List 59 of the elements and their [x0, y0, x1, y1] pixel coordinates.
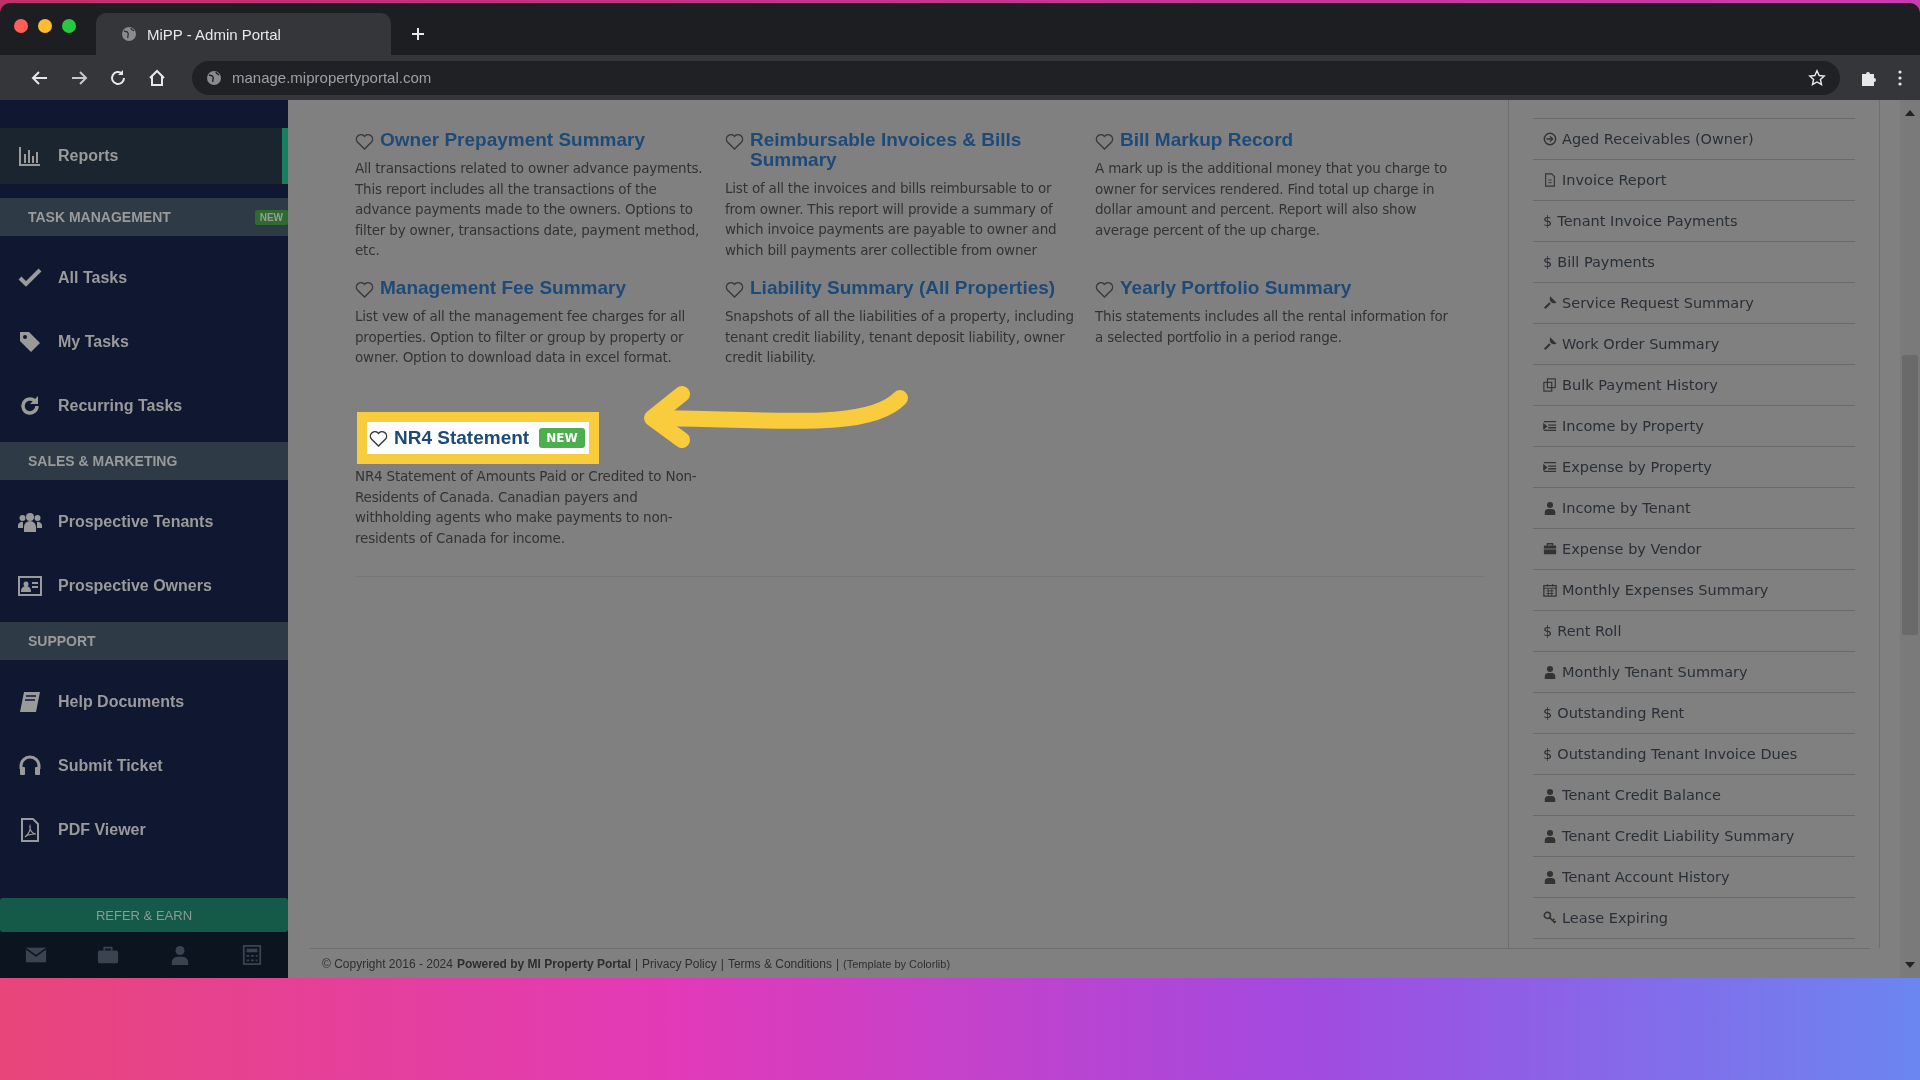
report-description: List vew of all the management fee charges for all properties. Option to filter or group by property or owner. Option to download data in excel format.	[355, 307, 687, 367]
footer-link[interactable]: Privacy Policy	[642, 956, 717, 971]
new-badge: NEW	[539, 428, 585, 448]
report-description: A mark up is the additional money that you charge to owner for services rendered. Find total up charge in dollar amount and percent. Report will also show average percent of the up charge.	[1095, 159, 1449, 240]
report-link[interactable]: Service Request Summary	[1533, 282, 1855, 323]
report-link[interactable]: Tenant Credit Liability Summary	[1533, 815, 1855, 856]
report-link[interactable]: Expense by Property	[1533, 446, 1855, 487]
report-link[interactable]: Work Order Summary	[1533, 323, 1855, 364]
report-link[interactable]: Tenant Credit Balance	[1533, 774, 1855, 815]
report-description: All transactions related to owner advance payments. This report includes all the transactions of the advance payments made to the owners. Options to filter by owner, transactions date, payment method, etc.	[355, 159, 704, 260]
report-link[interactable]: Monthly Tenant Summary	[1533, 651, 1855, 692]
sidebar-item[interactable]: Help Documents	[0, 670, 288, 734]
separator: |	[634, 956, 639, 971]
report-title-link[interactable]: Reimbursable Invoices & Bills Summary	[750, 130, 1085, 170]
sidebar-item[interactable]: My Tasks	[0, 310, 288, 374]
template-credit: (Template by Colorlib)	[843, 957, 951, 970]
report-link[interactable]: $ Bill Payments	[1533, 241, 1855, 282]
report-description: Snapshots of all the liabilities of a property, including tenant credit liability, tenant deposit liability, owner credit liability.	[725, 307, 1075, 367]
report-title-link[interactable]: Bill Markup Record	[1120, 130, 1294, 150]
copyright-text: © Copyright 2016 - 2024	[322, 956, 453, 971]
report-link[interactable]: $ Outstanding Tenant Invoice Dues	[1533, 733, 1855, 774]
report-link[interactable]: Bulk Payment History	[1533, 364, 1855, 405]
report-title-link[interactable]: Owner Prepayment Summary	[380, 130, 646, 150]
report-link[interactable]: $ Rent Roll	[1533, 610, 1855, 651]
refer-and-earn-button[interactable]: REFER & EARN	[0, 898, 288, 932]
separator: |	[835, 956, 840, 971]
report-title-link[interactable]: Yearly Portfolio Summary	[1120, 278, 1352, 298]
address-bar[interactable]: manage.mipropertyportal.com	[192, 60, 1840, 95]
sidebar-item[interactable]: Prospective Tenants	[0, 490, 288, 554]
report-description: This statements includes all the rental information for a selected portfolio in a period range.	[1095, 307, 1449, 347]
report-link[interactable]: Expense by Vendor	[1533, 528, 1855, 569]
report-title-link[interactable]: Management Fee Summary	[380, 278, 627, 298]
report-link[interactable]: Lease Expiring	[1533, 897, 1855, 939]
report-description: NR4 Statement of Amounts Paid or Credited to Non-Residents of Canada. Canadian payers and withholding agents who make payments to non-residents of Canada for income.	[355, 467, 698, 548]
sidebar-item[interactable]: Submit Ticket	[0, 734, 288, 798]
footer-link[interactable]: Terms & Conditions	[727, 956, 832, 971]
sidebar-item[interactable]: Reports	[0, 128, 288, 184]
new-badge: NEW	[254, 209, 288, 225]
browser-tab[interactable]: MiPP - Admin Portal	[96, 13, 391, 55]
report-title-link[interactable]: NR4 Statement	[394, 428, 530, 448]
report-link[interactable]: $ Tenant Invoice Payments	[1533, 200, 1855, 241]
sidebar-item[interactable]: PDF Viewer	[0, 798, 288, 862]
report-link[interactable]: Tenant Account History	[1533, 856, 1855, 897]
sidebar-item[interactable]: Prospective Owners	[0, 554, 288, 618]
report-description: List of all the invoices and bills reimbursable to or from owner. This report will provide a summary of which invoice payments are payable to owner and which bill payments arer collectible from owner	[725, 179, 1058, 260]
report-link[interactable]: Monthly Expenses Summary	[1533, 569, 1855, 610]
sidebar-item[interactable]: Recurring Tasks	[0, 374, 288, 438]
separator: |	[720, 956, 724, 971]
powered-by-text: Powered by MI Property Portal	[456, 956, 631, 971]
report-link[interactable]: Income by Tenant	[1533, 487, 1855, 528]
section-title: TASK MANAGEMENT	[28, 209, 171, 225]
section-title: SALES & MARKETING	[28, 453, 178, 469]
report-link[interactable]: Income by Property	[1533, 405, 1855, 446]
report-title-link[interactable]: Liability Summary (All Properties)	[750, 278, 1056, 298]
section-title: SUPPORT	[28, 633, 96, 649]
report-link[interactable]: Aged Receivables (Owner)	[1533, 118, 1855, 159]
sidebar-item[interactable]: All Tasks	[0, 246, 288, 310]
report-link[interactable]: $ Outstanding Rent	[1533, 692, 1855, 733]
report-link[interactable]: Invoice Report	[1533, 159, 1855, 200]
